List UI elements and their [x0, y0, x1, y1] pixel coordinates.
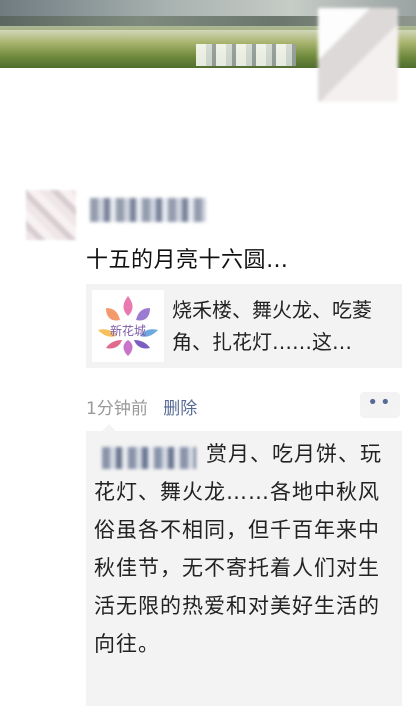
profile-avatar-blurred[interactable] — [318, 8, 398, 102]
post-time: 1分钟前 — [86, 399, 148, 419]
link-thumbnail: 新花城 — [92, 290, 164, 362]
poster-nickname-blurred[interactable] — [90, 198, 206, 222]
delete-link[interactable]: 删除 — [163, 399, 197, 419]
post-text: 十五的月亮十六圆… — [86, 248, 289, 273]
shared-link-card[interactable]: 新花城 烧禾楼、舞火龙、吃菱角、扎花灯……这… — [86, 284, 402, 368]
post-meta: 1分钟前 删除 — [86, 394, 197, 419]
comment-text[interactable]: 赏月、吃月饼、玩花灯、舞火龙……各地中秋风俗虽各不相同，但千百年来中秋佳节，无不… — [94, 435, 394, 663]
cover-nickname-blurred — [196, 44, 296, 66]
thumbnail-logo-text: 新花城 — [109, 324, 146, 338]
link-title: 烧禾楼、舞火龙、吃菱角、扎花灯……这… — [172, 298, 372, 354]
commenter-name-blurred[interactable] — [102, 447, 196, 469]
comment-caret — [102, 424, 116, 431]
more-actions-button[interactable]: •• — [360, 392, 400, 418]
poster-avatar-blurred[interactable] — [26, 190, 76, 240]
comment-area: 赏月、吃月饼、玩花灯、舞火龙……各地中秋风俗虽各不相同，但千百年来中秋佳节，无不… — [86, 431, 402, 706]
